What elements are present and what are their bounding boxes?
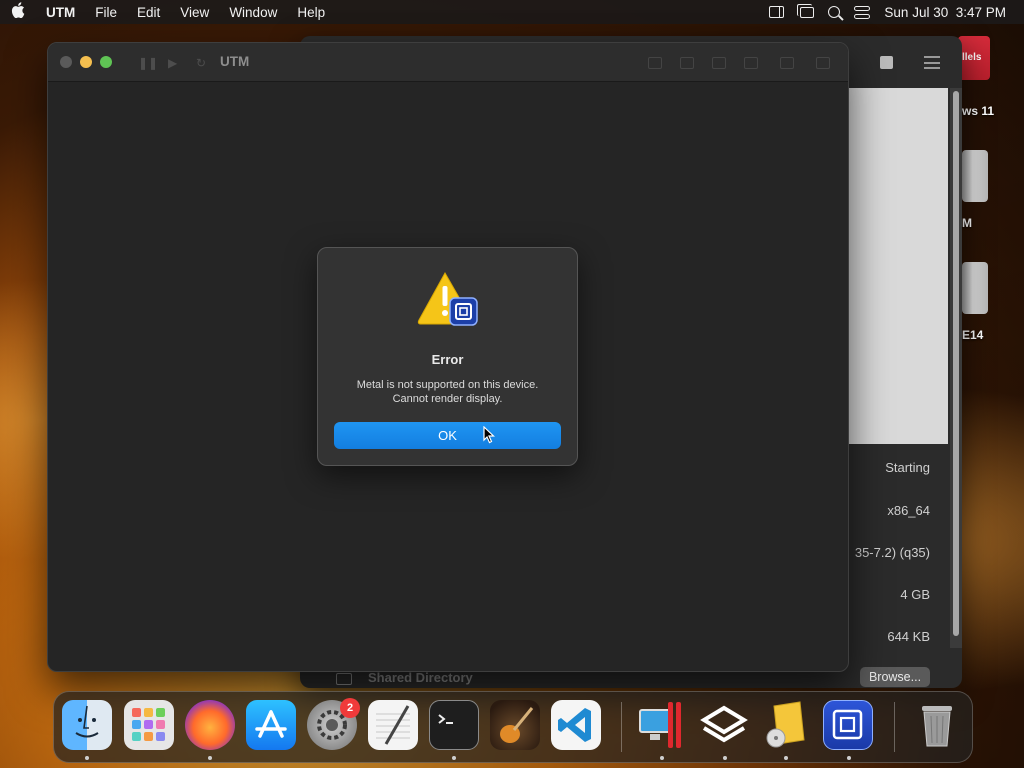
notification-badge: 2 [340, 698, 360, 718]
title-bar: ❚❚ ▶ ↻ UTM [48, 43, 848, 82]
firefox-icon[interactable] [185, 700, 235, 750]
resize-icon[interactable] [680, 57, 694, 69]
menu-bar: UTM File Edit View Window Help Sun Jul 3… [0, 0, 1024, 24]
dialog-title: Error [431, 352, 464, 367]
parallels-label: llels [962, 52, 982, 63]
textedit-icon[interactable] [368, 700, 418, 750]
mouse-cursor-icon [483, 426, 495, 444]
desktop-icon-label: E14 [962, 328, 984, 342]
scrollbar-thumb[interactable] [953, 91, 959, 636]
sidebar-icon[interactable] [769, 6, 785, 18]
shared-directory-label: Shared Directory [368, 670, 473, 685]
shared-directory-icon [336, 673, 352, 685]
settings-icon[interactable] [924, 56, 940, 69]
file-menu[interactable]: File [85, 5, 127, 20]
shared-folder-icon[interactable] [780, 57, 794, 69]
drive-icon[interactable] [744, 57, 758, 69]
vscode-icon[interactable] [551, 700, 601, 750]
windows-icon[interactable] [816, 57, 830, 69]
desktop-icon-label: ws 11 [962, 104, 995, 118]
capture-input-icon[interactable] [648, 57, 662, 69]
dialog-message-line-2: Cannot render display. [392, 393, 503, 405]
disk-image-icon[interactable] [962, 150, 988, 202]
utm-icon[interactable] [823, 700, 873, 750]
virtualbuddy-icon[interactable] [699, 700, 749, 750]
zoom-button[interactable] [100, 56, 112, 68]
desktop-icon-label: M [962, 216, 972, 230]
app-store-icon[interactable] [246, 700, 296, 750]
edit-menu[interactable]: Edit [127, 5, 170, 20]
vm-memory: 4 GB [900, 587, 930, 602]
running-indicator [784, 756, 788, 760]
launchpad-icon[interactable] [124, 700, 174, 750]
error-dialog: Error Metal is not supported on this dev… [317, 247, 578, 466]
dock-separator [894, 702, 895, 752]
window-menu[interactable]: Window [219, 5, 287, 20]
running-indicator [85, 756, 89, 760]
play-icon[interactable]: ▶ [168, 56, 177, 70]
minimize-button[interactable] [80, 56, 92, 68]
search-icon[interactable] [828, 6, 841, 18]
disk-utility-icon[interactable] [760, 700, 810, 750]
vm-preview [848, 88, 948, 444]
apple-menu-icon[interactable] [0, 2, 36, 22]
browse-button[interactable]: Browse... [860, 667, 930, 687]
vm-status: Starting [885, 460, 930, 475]
running-indicator [452, 756, 456, 760]
dialog-message: Metal is not supported on this device. C… [318, 378, 577, 406]
trash-icon[interactable] [912, 700, 962, 750]
stop-icon[interactable] [880, 56, 893, 69]
close-button[interactable] [60, 56, 72, 68]
screen-mirroring-icon[interactable] [797, 3, 815, 18]
pause-icon[interactable]: ❚❚ [138, 56, 158, 70]
vm-architecture: x86_64 [887, 503, 930, 518]
disk-image-icon[interactable] [962, 262, 988, 314]
help-menu[interactable]: Help [287, 5, 335, 20]
running-indicator [660, 756, 664, 760]
parallels-icon[interactable] [636, 700, 686, 750]
usb-icon[interactable] [712, 57, 726, 69]
window-title: UTM [220, 54, 250, 69]
running-indicator [723, 756, 727, 760]
scrollbar[interactable] [950, 88, 962, 648]
terminal-icon[interactable] [429, 700, 479, 750]
control-center-icon[interactable] [854, 5, 871, 19]
vm-machine: 35-7.2) (q35) [854, 545, 930, 560]
garageband-icon[interactable] [490, 700, 540, 750]
dialog-message-line-1: Metal is not supported on this device. [356, 379, 539, 391]
running-indicator [208, 756, 212, 760]
vm-size: 644 KB [887, 629, 930, 644]
restart-icon[interactable]: ↻ [196, 56, 206, 70]
app-menu[interactable]: UTM [36, 5, 85, 20]
finder-icon[interactable] [62, 700, 112, 750]
ok-button[interactable]: OK [334, 422, 561, 449]
running-indicator [847, 756, 851, 760]
menubar-clock[interactable]: Sun Jul 30 3:47 PM [884, 5, 1006, 20]
dock-separator [621, 702, 622, 752]
parallels-desktop-icon[interactable]: llels [958, 36, 990, 80]
view-menu[interactable]: View [170, 5, 219, 20]
warning-icon [417, 271, 478, 326]
dock: 2 [53, 691, 973, 763]
